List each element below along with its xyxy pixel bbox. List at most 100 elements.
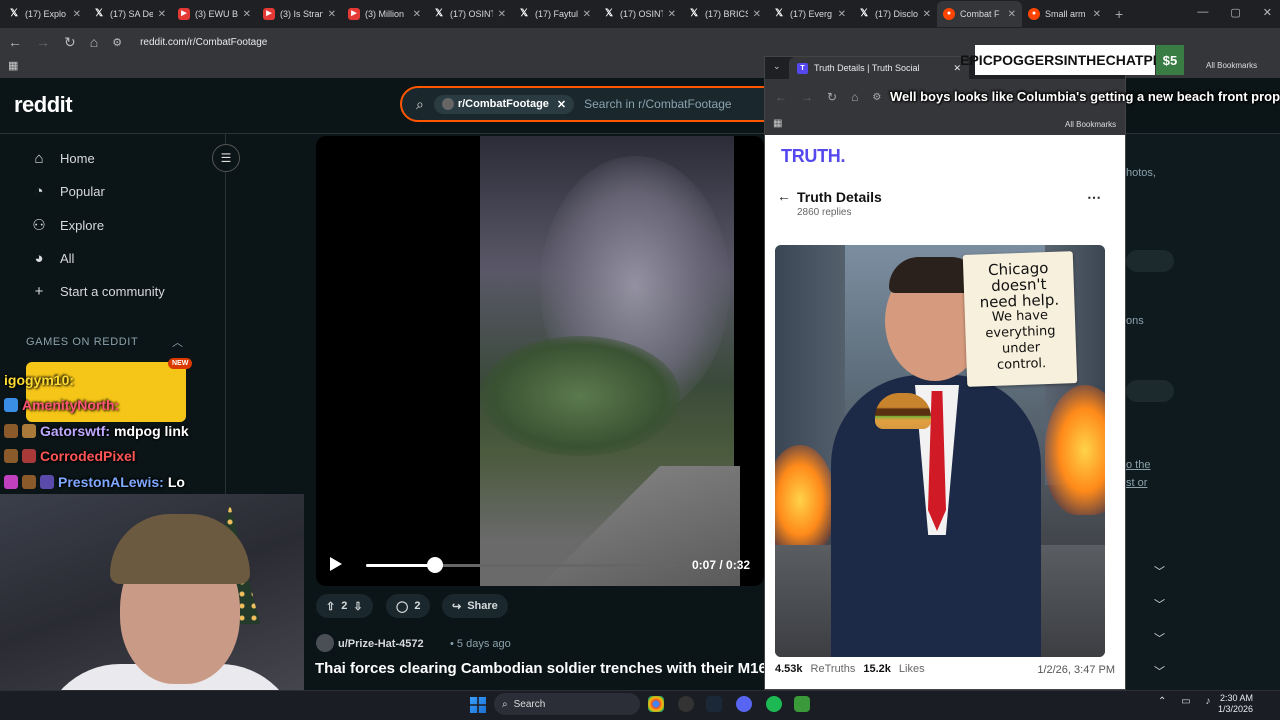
- browser-tab[interactable]: 𝕏 (17) Disclo ✕: [852, 1, 937, 27]
- badge-icon: [4, 398, 18, 412]
- popup-tab[interactable]: T Truth Details | Truth Social ✕: [789, 57, 969, 79]
- post-image[interactable]: Chicago doesn't need help. We have every…: [775, 245, 1105, 657]
- sidebar-item-start-community[interactable]: + Start a community: [30, 283, 165, 300]
- minimize-icon[interactable]: —: [1197, 6, 1208, 19]
- sidebar-button[interactable]: [1126, 380, 1174, 402]
- browser-tab[interactable]: 𝕏 (17) Faytul ✕: [512, 1, 597, 27]
- collapse-sidebar-button[interactable]: ☰: [212, 144, 240, 172]
- new-tab-button[interactable]: +: [1115, 6, 1123, 22]
- chrome-icon[interactable]: [648, 696, 664, 712]
- browser-tab[interactable]: ▶ (3) Million ✕: [342, 1, 427, 27]
- browser-tab[interactable]: ▶ (3) Is Stran ✕: [257, 1, 342, 27]
- forward-icon[interactable]: →: [36, 34, 50, 50]
- comments-button[interactable]: ◯ 2: [386, 594, 431, 618]
- obs-icon[interactable]: [678, 696, 694, 712]
- close-icon[interactable]: ✕: [668, 9, 676, 20]
- retruths-label[interactable]: ReTruths: [811, 663, 856, 675]
- reload-icon[interactable]: ↻: [827, 90, 837, 104]
- app-icon[interactable]: [794, 696, 810, 712]
- back-arrow-icon[interactable]: ←: [777, 188, 791, 204]
- apps-icon[interactable]: ▦: [8, 59, 18, 72]
- truth-logo[interactable]: TRUTH.: [781, 146, 846, 167]
- system-tray[interactable]: ⌃ ▭ ♪: [1158, 696, 1216, 707]
- steam-icon[interactable]: [706, 696, 722, 712]
- chevron-up-icon[interactable]: ︿: [172, 334, 183, 350]
- close-icon[interactable]: ✕: [328, 9, 336, 20]
- home-browser-icon[interactable]: ⌂: [90, 34, 98, 50]
- chevron-down-icon[interactable]: ﹀: [1154, 596, 1165, 612]
- likes-label[interactable]: Likes: [899, 663, 925, 675]
- close-icon[interactable]: ✕: [753, 9, 761, 20]
- likes-count[interactable]: 15.2k: [863, 663, 891, 675]
- subreddit-chip[interactable]: r/CombatFootage ✕: [433, 94, 575, 114]
- chip-close-icon[interactable]: ✕: [557, 98, 566, 111]
- close-icon[interactable]: ✕: [583, 9, 591, 20]
- seek-handle[interactable]: [427, 557, 443, 573]
- url-field[interactable]: reddit.com/r/CombatFootage: [140, 37, 267, 48]
- back-icon[interactable]: ←: [775, 90, 787, 104]
- sidebar-item-home[interactable]: ⌂ Home: [30, 150, 94, 167]
- post-author[interactable]: u/Prize-Hat-4572: [338, 638, 424, 650]
- close-icon[interactable]: ✕: [243, 9, 251, 20]
- avatar[interactable]: [316, 634, 334, 652]
- close-icon[interactable]: ✕: [1008, 9, 1016, 20]
- taskbar-search[interactable]: ⌕ Search: [494, 693, 640, 715]
- all-bookmarks[interactable]: All Bookmarks: [1065, 120, 1116, 129]
- browser-tab[interactable]: 𝕏 (17) Explo ✕: [2, 1, 87, 27]
- sidebar-link[interactable]: st or: [1126, 477, 1147, 489]
- retruths-count[interactable]: 4.53k: [775, 663, 803, 675]
- chat-text: Lo: [167, 474, 185, 490]
- browser-tab[interactable]: 𝕏 (17) BRICS ✕: [682, 1, 767, 27]
- close-icon[interactable]: ✕: [73, 9, 81, 20]
- taskbar-clock[interactable]: 2:30 AM 1/3/2026: [1218, 693, 1253, 715]
- discord-icon[interactable]: [736, 696, 752, 712]
- browser-tab[interactable]: 𝕏 (17) OSINT ✕: [427, 1, 512, 27]
- sign-image: Chicago doesn't need help. We have every…: [962, 251, 1078, 387]
- close-icon[interactable]: ✕: [1093, 9, 1101, 20]
- reddit-logo[interactable]: reddit: [14, 92, 73, 118]
- apps-icon[interactable]: ▦: [773, 118, 782, 129]
- browser-tab[interactable]: 𝕏 (17) OSINT ✕: [597, 1, 682, 27]
- sidebar-link[interactable]: o the: [1126, 459, 1150, 471]
- site-info-icon[interactable]: ⚙: [112, 36, 122, 49]
- chevron-down-icon[interactable]: ﹀: [1154, 663, 1165, 679]
- upvote-icon[interactable]: ⇧: [326, 600, 335, 613]
- close-icon[interactable]: ✕: [838, 9, 846, 20]
- browser-tab[interactable]: 𝕏 (17) SA De ✕: [87, 1, 172, 27]
- share-button[interactable]: ↪ Share: [442, 594, 508, 618]
- more-options-icon[interactable]: ⋯: [1087, 189, 1101, 206]
- games-section-header[interactable]: GAMES ON REDDIT: [26, 336, 138, 348]
- downvote-icon[interactable]: ⇩: [353, 600, 362, 613]
- close-icon[interactable]: ✕: [923, 9, 931, 20]
- video-player[interactable]: [316, 136, 764, 586]
- back-icon[interactable]: ←: [8, 34, 22, 50]
- sidebar-button[interactable]: [1126, 250, 1174, 272]
- search-box[interactable]: ⌕ r/CombatFootage ✕ Search in r/CombatFo…: [400, 86, 780, 122]
- browser-tab[interactable]: 𝕏 (17) Everg ✕: [767, 1, 852, 27]
- sidebar-item-popular[interactable]: ◔ Popular: [30, 183, 104, 200]
- all-bookmarks[interactable]: All Bookmarks: [1206, 61, 1257, 70]
- site-info-icon[interactable]: ⚙: [872, 92, 881, 103]
- reload-icon[interactable]: ↻: [64, 34, 76, 51]
- close-window-icon[interactable]: ✕: [1263, 6, 1272, 19]
- play-icon[interactable]: [330, 557, 342, 571]
- spotify-icon[interactable]: [766, 696, 782, 712]
- sidebar-item-all[interactable]: ◕ All: [30, 250, 74, 267]
- chevron-down-icon[interactable]: ﹀: [1154, 630, 1165, 646]
- browser-tab[interactable]: ● Small arm ✕: [1022, 1, 1107, 27]
- home-browser-icon[interactable]: ⌂: [851, 90, 858, 104]
- sidebar-item-explore[interactable]: ⚇ Explore: [30, 216, 104, 234]
- maximize-icon[interactable]: ▢: [1230, 6, 1240, 19]
- close-icon[interactable]: ✕: [158, 9, 166, 20]
- tab-list-icon[interactable]: ⌄: [773, 61, 781, 72]
- game-card[interactable]: [26, 362, 186, 422]
- close-icon[interactable]: ✕: [413, 9, 421, 20]
- forward-icon[interactable]: →: [801, 90, 813, 104]
- browser-tab[interactable]: ▶ (3) EWU B ✕: [172, 1, 257, 27]
- browser-tab[interactable]: ● Combat F ✕: [937, 1, 1022, 27]
- search-input[interactable]: Search in r/CombatFootage: [584, 97, 731, 111]
- post-title[interactable]: Thai forces clearing Cambodian soldier t…: [315, 660, 765, 677]
- sidebar-text: hotos,: [1126, 167, 1156, 179]
- close-icon[interactable]: ✕: [498, 9, 506, 20]
- chevron-down-icon[interactable]: ﹀: [1154, 563, 1165, 579]
